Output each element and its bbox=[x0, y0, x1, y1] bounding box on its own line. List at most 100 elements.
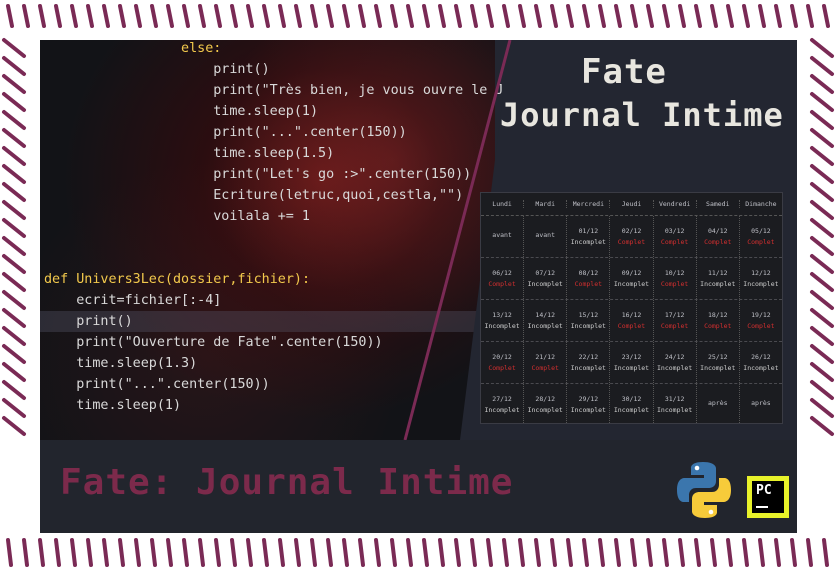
calendar-status: Incomplet bbox=[657, 406, 693, 414]
calendar-date: 04/12 bbox=[707, 227, 728, 235]
calendar-status: Incomplet bbox=[613, 406, 650, 414]
calendar-day-header: Vendredi bbox=[654, 200, 697, 208]
calendar-cell: 04/12 Complet bbox=[697, 216, 740, 257]
calendar-date: après bbox=[751, 399, 771, 407]
calendar-cell: 19/12 Complet bbox=[740, 300, 782, 341]
calendar-date: 22/12 bbox=[578, 353, 599, 361]
calendar-cell: 06/12 Complet bbox=[481, 258, 525, 299]
calendar-date: après bbox=[707, 399, 728, 407]
python-logo-icon bbox=[677, 462, 731, 518]
calendar-week-row: 06/12 Complet 07/12 Incomplet 08/12 Complet 09… bbox=[481, 258, 782, 300]
calendar-cell: 27/12 Incomplet bbox=[481, 384, 525, 423]
calendar-date: 23/12 bbox=[621, 353, 642, 361]
calendar-cell: 20/12 Complet bbox=[481, 342, 525, 383]
calendar-cell: 11/12 Incomplet bbox=[697, 258, 740, 299]
calendar-cell: 24/12 Incomplet bbox=[654, 342, 697, 383]
calendar-date: 25/12 bbox=[707, 353, 728, 361]
calendar-date: 31/12 bbox=[664, 395, 685, 403]
calendar-cell: 31/12 Incomplet bbox=[654, 384, 697, 423]
thumbnail-card: else: print() print("Très bien, je vous ou… bbox=[40, 40, 797, 533]
calendar-status: Incomplet bbox=[700, 364, 736, 372]
calendar-status: Incomplet bbox=[743, 280, 779, 288]
calendar-status: Complet bbox=[660, 238, 689, 246]
calendar-date: 30/12 bbox=[621, 395, 642, 403]
calendar-cell: 22/12 Incomplet bbox=[567, 342, 611, 383]
calendar-day-header: Mercredi bbox=[567, 200, 611, 208]
calendar-date: 15/12 bbox=[578, 311, 599, 319]
calendar-week-row: 20/12 Complet 21/12 Complet 22/12 Incomplet 23… bbox=[481, 342, 782, 384]
calendar-header-row: Lundi Mardi Mercredi Jeudi Vendredi Samedi Dim… bbox=[481, 193, 782, 216]
calendar-status: Incomplet bbox=[743, 364, 779, 372]
calendar-status: Complet bbox=[704, 322, 732, 330]
calendar-status: Complet bbox=[660, 280, 689, 288]
calendar-date: 21/12 bbox=[535, 353, 555, 361]
calendar-week-row: 13/12 Incomplet 14/12 Incomplet 15/12 Incompl… bbox=[481, 300, 782, 342]
calendar-status: Incomplet bbox=[527, 280, 563, 288]
calendar-status: Complet bbox=[574, 280, 603, 288]
calendar-status: Incomplet bbox=[484, 406, 520, 414]
calendar-cell: 10/12 Complet bbox=[654, 258, 697, 299]
bottom-banner: Fate: Journal Intime PC bbox=[40, 440, 797, 533]
calendar-status: Complet bbox=[704, 238, 732, 246]
calendar-date: 11/12 bbox=[707, 269, 728, 277]
calendar-status: Complet bbox=[747, 322, 775, 330]
calendar-date: 07/12 bbox=[535, 269, 555, 277]
calendar-status: Complet bbox=[660, 322, 689, 330]
calendar-date: 24/12 bbox=[664, 353, 685, 361]
page-title-journal-intime: Journal Intime bbox=[500, 96, 784, 134]
calendar-status: Incomplet bbox=[570, 238, 606, 246]
calendar-date: 19/12 bbox=[751, 311, 771, 319]
calendar-date: 13/12 bbox=[492, 311, 512, 319]
calendar-status: Incomplet bbox=[527, 322, 563, 330]
pycharm-logo-icon: PC bbox=[747, 476, 789, 518]
calendar-cell: 29/12 Incomplet bbox=[567, 384, 611, 423]
calendar-cell: après bbox=[740, 384, 782, 423]
calendar-date: 18/12 bbox=[707, 311, 728, 319]
calendar-table: Lundi Mardi Mercredi Jeudi Vendredi Samedi Dim… bbox=[480, 192, 783, 424]
calendar-status: Complet bbox=[531, 364, 559, 372]
calendar-status: Incomplet bbox=[484, 322, 520, 330]
calendar-day-header: Lundi bbox=[481, 200, 525, 208]
calendar-day-header: Samedi bbox=[697, 200, 740, 208]
calendar-date: 26/12 bbox=[751, 353, 771, 361]
calendar-cell: après bbox=[697, 384, 740, 423]
calendar-cell: 13/12 Incomplet bbox=[481, 300, 525, 341]
calendar-status: Complet bbox=[747, 238, 775, 246]
calendar-status: Complet bbox=[617, 238, 646, 246]
calendar-status: Incomplet bbox=[613, 280, 650, 288]
calendar-week-row: avant avant 01/12 Incomplet 02/12 Complet 03/1… bbox=[481, 216, 782, 258]
calendar-status: Complet bbox=[617, 322, 646, 330]
calendar-day-header: Mardi bbox=[524, 200, 568, 208]
calendar-cell: avant bbox=[524, 216, 568, 257]
calendar-date: 08/12 bbox=[578, 269, 599, 277]
calendar-status: Incomplet bbox=[657, 364, 693, 372]
calendar-cell: 02/12 Complet bbox=[610, 216, 654, 257]
calendar-cell: 08/12 Complet bbox=[567, 258, 611, 299]
calendar-cell: 03/12 Complet bbox=[654, 216, 697, 257]
calendar-date: 03/12 bbox=[664, 227, 685, 235]
calendar-cell: 14/12 Incomplet bbox=[524, 300, 568, 341]
calendar-day-header: Jeudi bbox=[610, 200, 654, 208]
calendar-date: 05/12 bbox=[751, 227, 771, 235]
calendar-cell: 28/12 Incomplet bbox=[524, 384, 568, 423]
calendar-date: 14/12 bbox=[535, 311, 555, 319]
calendar-cell: 09/12 Incomplet bbox=[610, 258, 654, 299]
calendar-day-header: Dimanche bbox=[745, 200, 777, 208]
calendar-date: 27/12 bbox=[492, 395, 512, 403]
calendar-date: avant bbox=[492, 231, 512, 239]
calendar-date: 28/12 bbox=[535, 395, 555, 403]
calendar-cell: 15/12 Incomplet bbox=[567, 300, 611, 341]
calendar-date: 12/12 bbox=[751, 269, 771, 277]
calendar-cell: 07/12 Incomplet bbox=[524, 258, 568, 299]
calendar-status: Incomplet bbox=[570, 406, 606, 414]
calendar-date: 16/12 bbox=[621, 311, 642, 319]
calendar-date: 09/12 bbox=[621, 269, 642, 277]
calendar-status: Complet bbox=[488, 280, 516, 288]
calendar-cell: 17/12 Complet bbox=[654, 300, 697, 341]
calendar-cell: 16/12 Complet bbox=[610, 300, 654, 341]
page-title-fate: Fate bbox=[581, 52, 667, 92]
calendar-date: 20/12 bbox=[492, 353, 512, 361]
calendar-cell: 26/12 Incomplet bbox=[740, 342, 782, 383]
calendar-status: Incomplet bbox=[527, 406, 563, 414]
calendar-cell: 23/12 Incomplet bbox=[610, 342, 654, 383]
